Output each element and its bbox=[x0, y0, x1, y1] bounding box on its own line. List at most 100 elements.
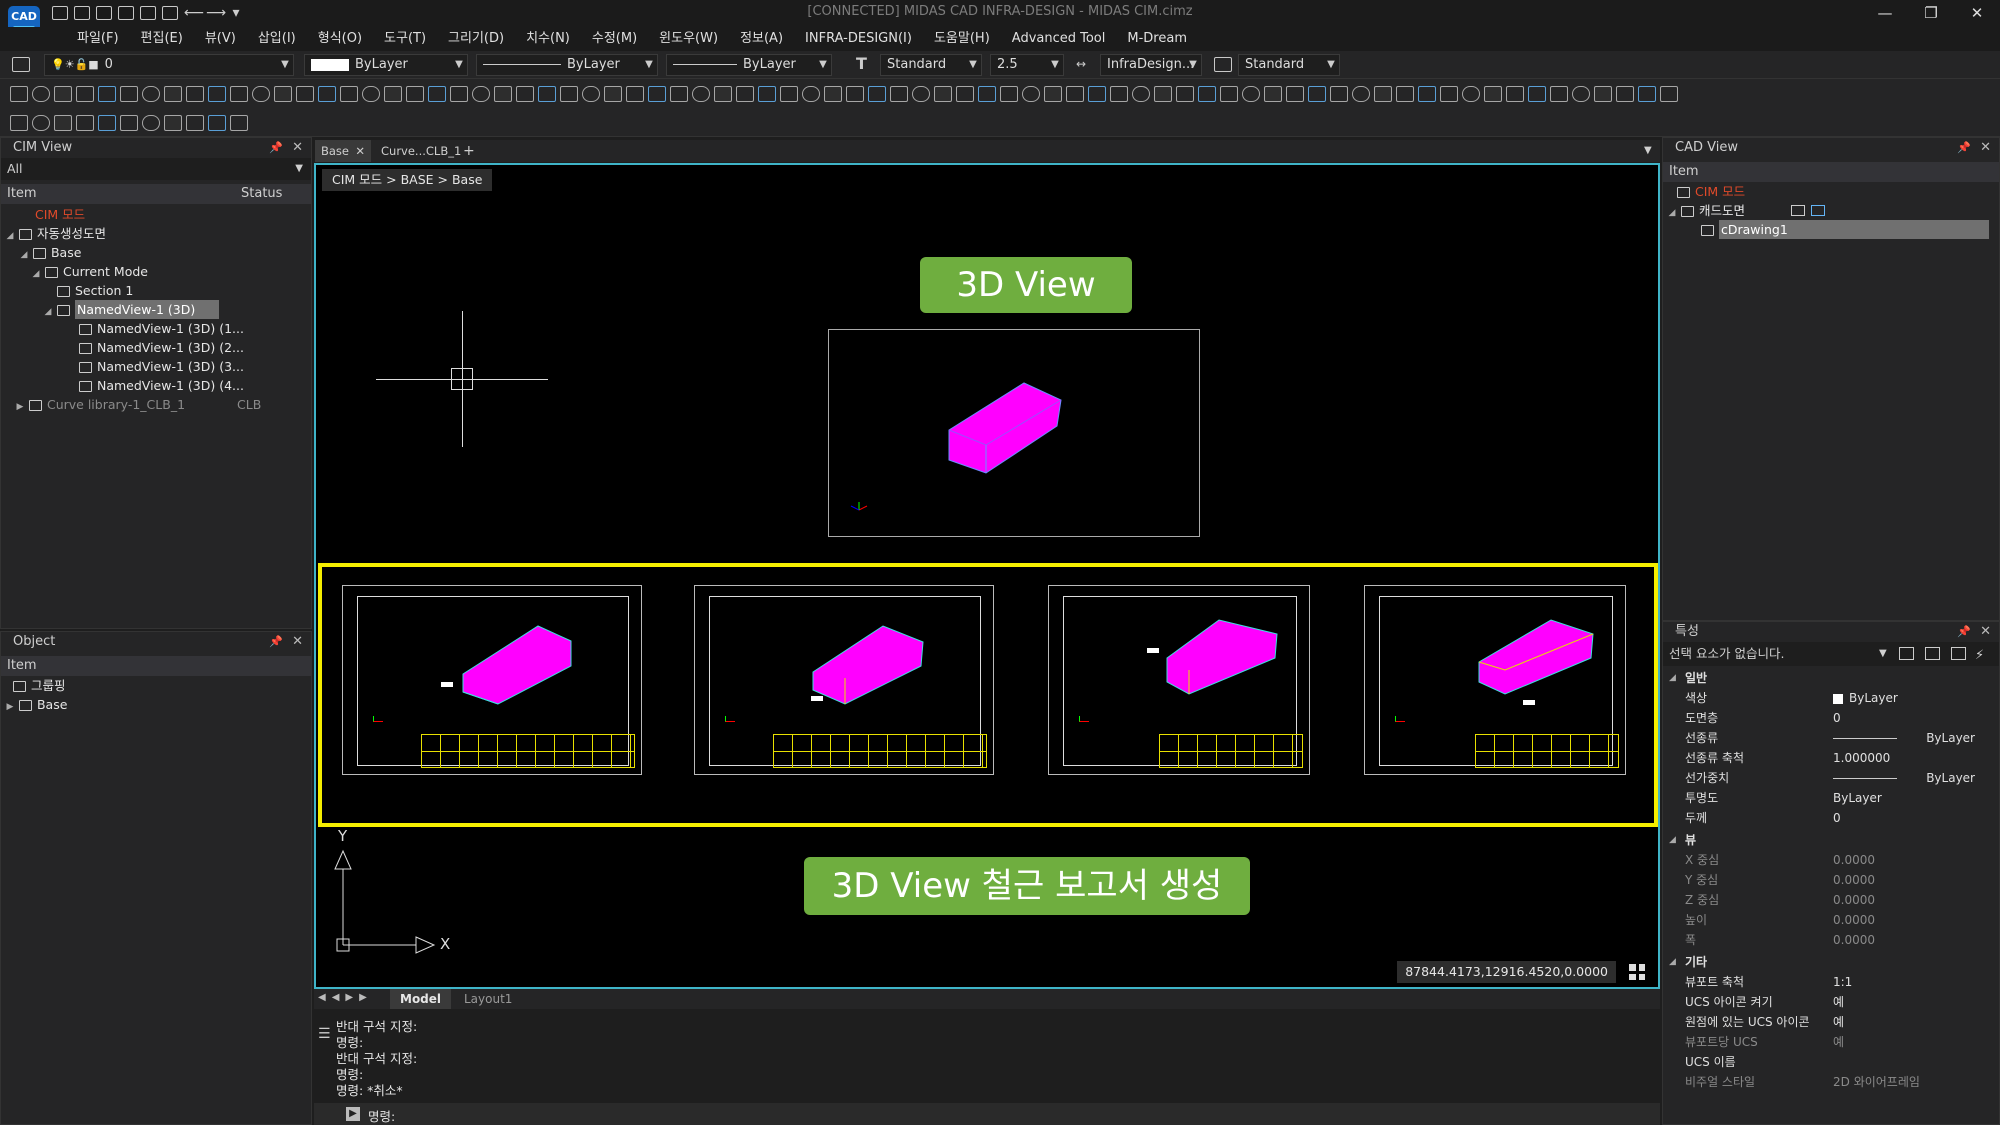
menu-advanced-tool[interactable]: Advanced Tool bbox=[1001, 27, 1117, 51]
dim-style-dropdown[interactable]: InfraDesign... ▼ bbox=[1100, 54, 1202, 76]
tab-model[interactable]: Model bbox=[390, 989, 452, 1009]
text-style-dropdown[interactable]: Standard ▼ bbox=[880, 54, 982, 76]
toolbar-tool-icon[interactable] bbox=[54, 86, 72, 102]
toolbar-tool-icon[interactable] bbox=[1022, 86, 1040, 102]
pin-icon[interactable]: 📌 bbox=[1957, 622, 1971, 642]
toolbar-tool-icon[interactable] bbox=[362, 86, 380, 102]
prop-viewport-scale[interactable]: 뷰포트 축척 1:1 bbox=[1663, 972, 1993, 992]
toolbar-tool-icon[interactable] bbox=[186, 115, 204, 131]
toolbar-tool-icon[interactable] bbox=[274, 86, 292, 102]
toolbar-tool-icon[interactable] bbox=[76, 115, 94, 131]
toolbar-tool-icon[interactable] bbox=[934, 86, 952, 102]
toolbar-tool-icon[interactable] bbox=[1132, 86, 1150, 102]
menu-help[interactable]: 도움말(H) bbox=[923, 27, 1001, 51]
menu-m-dream[interactable]: M-Dream bbox=[1116, 27, 1198, 51]
toolbar-tool-icon[interactable] bbox=[1110, 86, 1128, 102]
menu-draw[interactable]: 그리기(D) bbox=[437, 27, 515, 51]
toolbar-tool-icon[interactable] bbox=[450, 86, 468, 102]
model-view-icon[interactable] bbox=[1811, 205, 1825, 216]
toolbar-tool-icon[interactable] bbox=[10, 86, 28, 102]
toolbar-tool-icon[interactable] bbox=[384, 86, 402, 102]
color-dropdown[interactable]: ByLayer ▼ bbox=[304, 54, 468, 76]
toolbar-tool-icon[interactable] bbox=[428, 86, 446, 102]
menu-view[interactable]: 뷰(V) bbox=[194, 27, 247, 51]
tree-item-namedview-3[interactable]: NamedView-1 (3D) (3... bbox=[1, 357, 311, 376]
toolbar-tool-icon[interactable] bbox=[1594, 86, 1612, 102]
close-icon[interactable]: ✕ bbox=[1980, 138, 1991, 158]
tree-item-namedview-1[interactable]: NamedView-1 (3D) (1... bbox=[1, 319, 311, 338]
toolbar-tool-icon[interactable] bbox=[714, 86, 732, 102]
prop-ucs-icon-on[interactable]: UCS 아이콘 켜기 예 bbox=[1663, 992, 1993, 1012]
toolbar-tool-icon[interactable] bbox=[1616, 86, 1634, 102]
toolbar-tool-icon[interactable] bbox=[1198, 86, 1216, 102]
text-style-icon[interactable]: T bbox=[856, 56, 874, 72]
toolbar-tool-icon[interactable] bbox=[1066, 86, 1084, 102]
restore-button[interactable]: ❐ bbox=[1908, 0, 1954, 27]
lineweight-dropdown[interactable]: ByLayer ▼ bbox=[666, 54, 832, 76]
toolbar-tool-icon[interactable] bbox=[1418, 86, 1436, 102]
toggle-pickadd-icon[interactable] bbox=[1899, 647, 1914, 660]
toolbar-tool-icon[interactable] bbox=[582, 86, 600, 102]
tree-item-base[interactable]: ◢ Base bbox=[1, 243, 311, 262]
prop-color[interactable]: 색상 ByLayer bbox=[1663, 688, 1993, 708]
tree-item-grouping[interactable]: 그룹핑 bbox=[1, 676, 311, 695]
add-tab-icon[interactable]: + bbox=[457, 140, 477, 162]
prop-layer[interactable]: 도면층 0 bbox=[1663, 708, 1993, 728]
report-sheet[interactable] bbox=[1364, 585, 1626, 775]
toolbar-tool-icon[interactable] bbox=[318, 86, 336, 102]
toolbar-tool-icon[interactable] bbox=[472, 86, 490, 102]
toolbar-tool-icon[interactable] bbox=[648, 86, 666, 102]
toolbar-tool-icon[interactable] bbox=[340, 86, 358, 102]
minimize-button[interactable]: — bbox=[1862, 0, 1908, 27]
toolbar-tool-icon[interactable] bbox=[1660, 86, 1678, 102]
tree-item-cim-mode[interactable]: CIM 모드 bbox=[1663, 182, 1999, 201]
prop-visual-style[interactable]: 비주얼 스타일 2D 와이어프레임 bbox=[1663, 1072, 1993, 1092]
tree-item-namedview-4[interactable]: NamedView-1 (3D) (4... bbox=[1, 376, 311, 395]
menu-infra-design[interactable]: INFRA-DESIGN(I) bbox=[794, 27, 923, 51]
toolbar-tool-icon[interactable] bbox=[736, 86, 754, 102]
tab-base[interactable]: Base ✕ bbox=[315, 140, 371, 162]
section-view[interactable]: ◢ 뷰 bbox=[1663, 830, 1993, 850]
toolbar-tool-icon[interactable] bbox=[758, 86, 776, 102]
tree-item-cdrawing1[interactable]: cDrawing1 bbox=[1663, 220, 1999, 239]
toolbar-tool-icon[interactable] bbox=[802, 86, 820, 102]
toolbar-tool-icon[interactable] bbox=[230, 115, 248, 131]
pin-icon[interactable]: 📌 bbox=[269, 632, 283, 652]
toolbar-tool-icon[interactable] bbox=[1506, 86, 1524, 102]
toolbar-tool-icon[interactable] bbox=[978, 86, 996, 102]
toolbar-tool-icon[interactable] bbox=[142, 86, 160, 102]
toolbar-tool-icon[interactable] bbox=[32, 86, 50, 102]
toolbar-tool-icon[interactable] bbox=[1572, 86, 1590, 102]
toolbar-tool-icon[interactable] bbox=[186, 86, 204, 102]
toolbar-tool-icon[interactable] bbox=[626, 86, 644, 102]
prop-thickness[interactable]: 두께 0 bbox=[1663, 808, 1993, 828]
quick-select-icon[interactable] bbox=[1951, 647, 1966, 660]
toolbar-tool-icon[interactable] bbox=[1308, 86, 1326, 102]
toolbar-tool-icon[interactable] bbox=[1396, 86, 1414, 102]
toolbar-tool-icon[interactable] bbox=[912, 86, 930, 102]
menu-window[interactable]: 윈도우(W) bbox=[648, 27, 729, 51]
layout-nav-icons[interactable]: ◀◀▶▶ bbox=[318, 992, 373, 1003]
menu-insert[interactable]: 삽입(I) bbox=[247, 27, 307, 51]
tree-item-current-mode[interactable]: ◢ Current Mode bbox=[1, 262, 311, 281]
toolbar-tool-icon[interactable] bbox=[164, 86, 182, 102]
table-style-dropdown[interactable]: Standard ▼ bbox=[1238, 54, 1340, 76]
tab-curve-library[interactable]: Curve...CLB_1 bbox=[375, 140, 467, 162]
toolbar-tool-icon[interactable] bbox=[692, 86, 710, 102]
menu-file[interactable]: 파일(F) bbox=[66, 27, 130, 51]
prop-ucs-name[interactable]: UCS 이름 bbox=[1663, 1052, 1993, 1072]
toolbar-tool-icon[interactable] bbox=[1242, 86, 1260, 102]
menu-tools[interactable]: 도구(T) bbox=[373, 27, 437, 51]
toolbar-tool-icon[interactable] bbox=[890, 86, 908, 102]
toolbar-tool-icon[interactable] bbox=[560, 86, 578, 102]
prop-lineweight[interactable]: 선가중치 ByLayer bbox=[1663, 768, 1993, 788]
toolbar-tool-icon[interactable] bbox=[406, 86, 424, 102]
filter-dropdown[interactable]: All ▼ bbox=[1, 158, 311, 180]
toolbar-tool-icon[interactable] bbox=[1550, 86, 1568, 102]
toolbar-tool-icon[interactable] bbox=[120, 115, 138, 131]
toolbar-tool-icon[interactable] bbox=[1176, 86, 1194, 102]
menu-modify[interactable]: 수정(M) bbox=[581, 27, 648, 51]
toolbar-tool-icon[interactable] bbox=[1154, 86, 1172, 102]
tree-item-section-1[interactable]: Section 1 bbox=[1, 281, 311, 300]
toolbar-tool-icon[interactable] bbox=[1044, 86, 1062, 102]
